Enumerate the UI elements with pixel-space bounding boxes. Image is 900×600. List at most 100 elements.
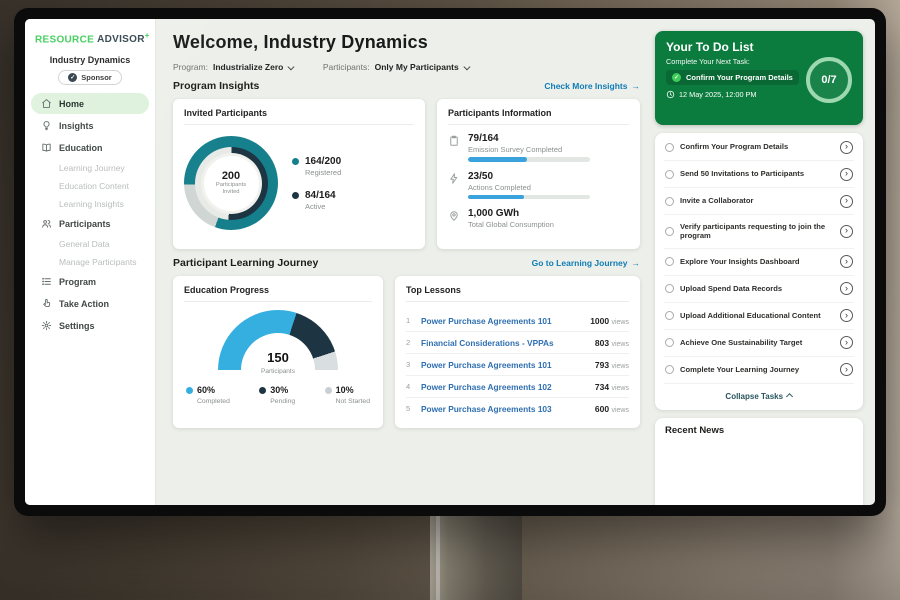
card-title: Invited Participants bbox=[184, 108, 414, 125]
check-icon: ✓ bbox=[672, 73, 681, 82]
chevron-right-icon[interactable]: › bbox=[840, 195, 853, 208]
chevron-right-icon[interactable]: › bbox=[840, 282, 853, 295]
sidebar-item-take-action[interactable]: Take Action bbox=[31, 293, 149, 314]
chevron-right-icon[interactable]: › bbox=[840, 336, 853, 349]
chevron-right-icon[interactable]: › bbox=[840, 255, 853, 268]
task-row[interactable]: Send 50 Invitations to Participants › bbox=[664, 161, 854, 188]
main-content: Welcome, Industry Dynamics Program: Indu… bbox=[156, 19, 653, 505]
task-row[interactable]: Achieve One Sustainability Target › bbox=[664, 330, 854, 357]
org-name: Industry Dynamics bbox=[25, 55, 155, 65]
participants-select[interactable]: Only My Participants bbox=[375, 62, 469, 72]
sidebar-item-insights[interactable]: Insights bbox=[31, 115, 149, 136]
invited-donut-chart: 200 Participants Invited bbox=[184, 136, 278, 230]
task-checkbox[interactable] bbox=[665, 257, 674, 266]
monitor-stand bbox=[430, 512, 522, 600]
task-checkbox[interactable] bbox=[665, 338, 674, 347]
sidebar-item-manage-participants[interactable]: Manage Participants bbox=[31, 253, 149, 270]
task-row[interactable]: Confirm Your Program Details › bbox=[664, 134, 854, 161]
lesson-link[interactable]: Power Purchase Agreements 102 bbox=[421, 382, 588, 392]
chevron-up-icon bbox=[786, 394, 792, 400]
sidebar-item-label: Education Content bbox=[59, 181, 129, 191]
participants-information-card: Participants Information 79/164 Emission… bbox=[437, 99, 640, 249]
task-checkbox[interactable] bbox=[665, 197, 674, 206]
task-row[interactable]: Verify participants requesting to join t… bbox=[664, 215, 854, 249]
legend-dot-completed bbox=[186, 387, 193, 394]
lightbulb-icon bbox=[41, 120, 52, 131]
sidebar-item-education-content[interactable]: Education Content bbox=[31, 177, 149, 194]
task-checkbox[interactable] bbox=[665, 284, 674, 293]
legend-dot-not-started bbox=[325, 387, 332, 394]
sponsor-badge[interactable]: ✓ Sponsor bbox=[58, 70, 121, 85]
info-row-consumption: 1,000 GWh Total Global Consumption bbox=[448, 208, 629, 232]
legend-active: 84/164Active bbox=[292, 190, 341, 211]
sidebar-item-participants[interactable]: Participants bbox=[31, 213, 149, 234]
logo-advisor: ADVISOR bbox=[97, 34, 145, 45]
gauge-center-label: Participants bbox=[261, 368, 295, 374]
page-title: Welcome, Industry Dynamics bbox=[173, 32, 640, 53]
todo-progress-ring: 0/7 bbox=[806, 57, 852, 103]
chevron-down-icon bbox=[463, 63, 469, 69]
next-task-pill[interactable]: ✓ Confirm Your Program Details bbox=[666, 70, 799, 85]
check-more-insights-link[interactable]: Check More Insights→ bbox=[544, 81, 640, 91]
sidebar-item-home[interactable]: Home bbox=[31, 93, 149, 114]
donut-center-label: Participants Invited bbox=[210, 182, 252, 196]
education-gauge-chart: 150 Participants bbox=[216, 310, 340, 374]
task-checkbox[interactable] bbox=[665, 170, 674, 179]
recent-news-title: Recent News bbox=[665, 425, 724, 436]
sidebar-item-learning-insights[interactable]: Learning Insights bbox=[31, 195, 149, 212]
lesson-row: 4 Power Purchase Agreements 102 734 view… bbox=[406, 376, 629, 398]
monitor-frame: RESOURCEADVISOR+ Industry Dynamics ✓ Spo… bbox=[14, 8, 886, 516]
task-row[interactable]: Explore Your Insights Dashboard › bbox=[664, 249, 854, 276]
chevron-right-icon[interactable]: › bbox=[840, 168, 853, 181]
lesson-link[interactable]: Power Purchase Agreements 103 bbox=[421, 404, 588, 414]
logo-plus: + bbox=[145, 31, 150, 40]
sidebar-item-label: General Data bbox=[59, 239, 110, 249]
chevron-right-icon[interactable]: › bbox=[840, 141, 853, 154]
task-row[interactable]: Upload Spend Data Records › bbox=[664, 276, 854, 303]
chevron-right-icon[interactable]: › bbox=[840, 363, 853, 376]
gauge-center-value: 150 bbox=[216, 351, 340, 365]
invited-participants-card: Invited Participants 200 Participants In… bbox=[173, 99, 425, 249]
sidebar-nav: Home Insights Education Learning Journey… bbox=[25, 93, 155, 336]
legend-not-started: 10%Not Started bbox=[325, 385, 370, 405]
task-row[interactable]: Complete Your Learning Journey › bbox=[664, 357, 854, 384]
collapse-tasks-button[interactable]: Collapse Tasks bbox=[664, 384, 854, 406]
education-progress-card: Education Progress 150 Participants bbox=[173, 276, 383, 428]
legend-dot-registered bbox=[292, 158, 299, 165]
emission-survey-progress-bar bbox=[468, 157, 590, 162]
sidebar-item-settings[interactable]: Settings bbox=[31, 315, 149, 336]
sidebar-item-label: Program bbox=[59, 277, 96, 287]
clipboard-icon bbox=[448, 134, 460, 147]
task-list-card: Confirm Your Program Details › Send 50 I… bbox=[655, 133, 863, 410]
legend-registered: 164/200Registered bbox=[292, 156, 341, 177]
sidebar-item-label: Settings bbox=[59, 321, 95, 331]
arrow-right-icon: → bbox=[632, 258, 641, 268]
task-row[interactable]: Invite a Collaborator › bbox=[664, 188, 854, 215]
lesson-link[interactable]: Power Purchase Agreements 101 bbox=[421, 316, 583, 326]
book-icon bbox=[41, 142, 52, 153]
filter-bar: Program: Industrialize Zero Participants… bbox=[173, 62, 640, 72]
chevron-right-icon[interactable]: › bbox=[840, 309, 853, 322]
donut-center-value: 200 bbox=[222, 170, 240, 182]
task-checkbox[interactable] bbox=[665, 365, 674, 374]
todo-panel: Your To Do List Complete Your Next Task:… bbox=[653, 19, 875, 505]
task-checkbox[interactable] bbox=[665, 227, 674, 236]
legend-completed: 60%Completed bbox=[186, 385, 230, 405]
sidebar-item-learning-journey[interactable]: Learning Journey bbox=[31, 159, 149, 176]
sidebar-item-general-data[interactable]: General Data bbox=[31, 235, 149, 252]
clock-icon bbox=[666, 90, 675, 99]
sidebar-item-program[interactable]: Program bbox=[31, 271, 149, 292]
lesson-row: 3 Power Purchase Agreements 101 793 view… bbox=[406, 354, 629, 376]
task-checkbox[interactable] bbox=[665, 143, 674, 152]
sidebar-item-label: Home bbox=[59, 99, 84, 109]
lesson-link[interactable]: Financial Considerations - VPPAs bbox=[421, 338, 588, 348]
program-select[interactable]: Industrialize Zero bbox=[213, 62, 293, 72]
go-to-learning-journey-link[interactable]: Go to Learning Journey→ bbox=[532, 258, 640, 268]
lesson-row: 2 Financial Considerations - VPPAs 803 v… bbox=[406, 332, 629, 354]
task-checkbox[interactable] bbox=[665, 311, 674, 320]
lesson-link[interactable]: Power Purchase Agreements 101 bbox=[421, 360, 588, 370]
sidebar-item-education[interactable]: Education bbox=[31, 137, 149, 158]
task-row[interactable]: Upload Additional Educational Content › bbox=[664, 303, 854, 330]
photo-background: RESOURCEADVISOR+ Industry Dynamics ✓ Spo… bbox=[0, 0, 900, 600]
chevron-right-icon[interactable]: › bbox=[840, 225, 853, 238]
